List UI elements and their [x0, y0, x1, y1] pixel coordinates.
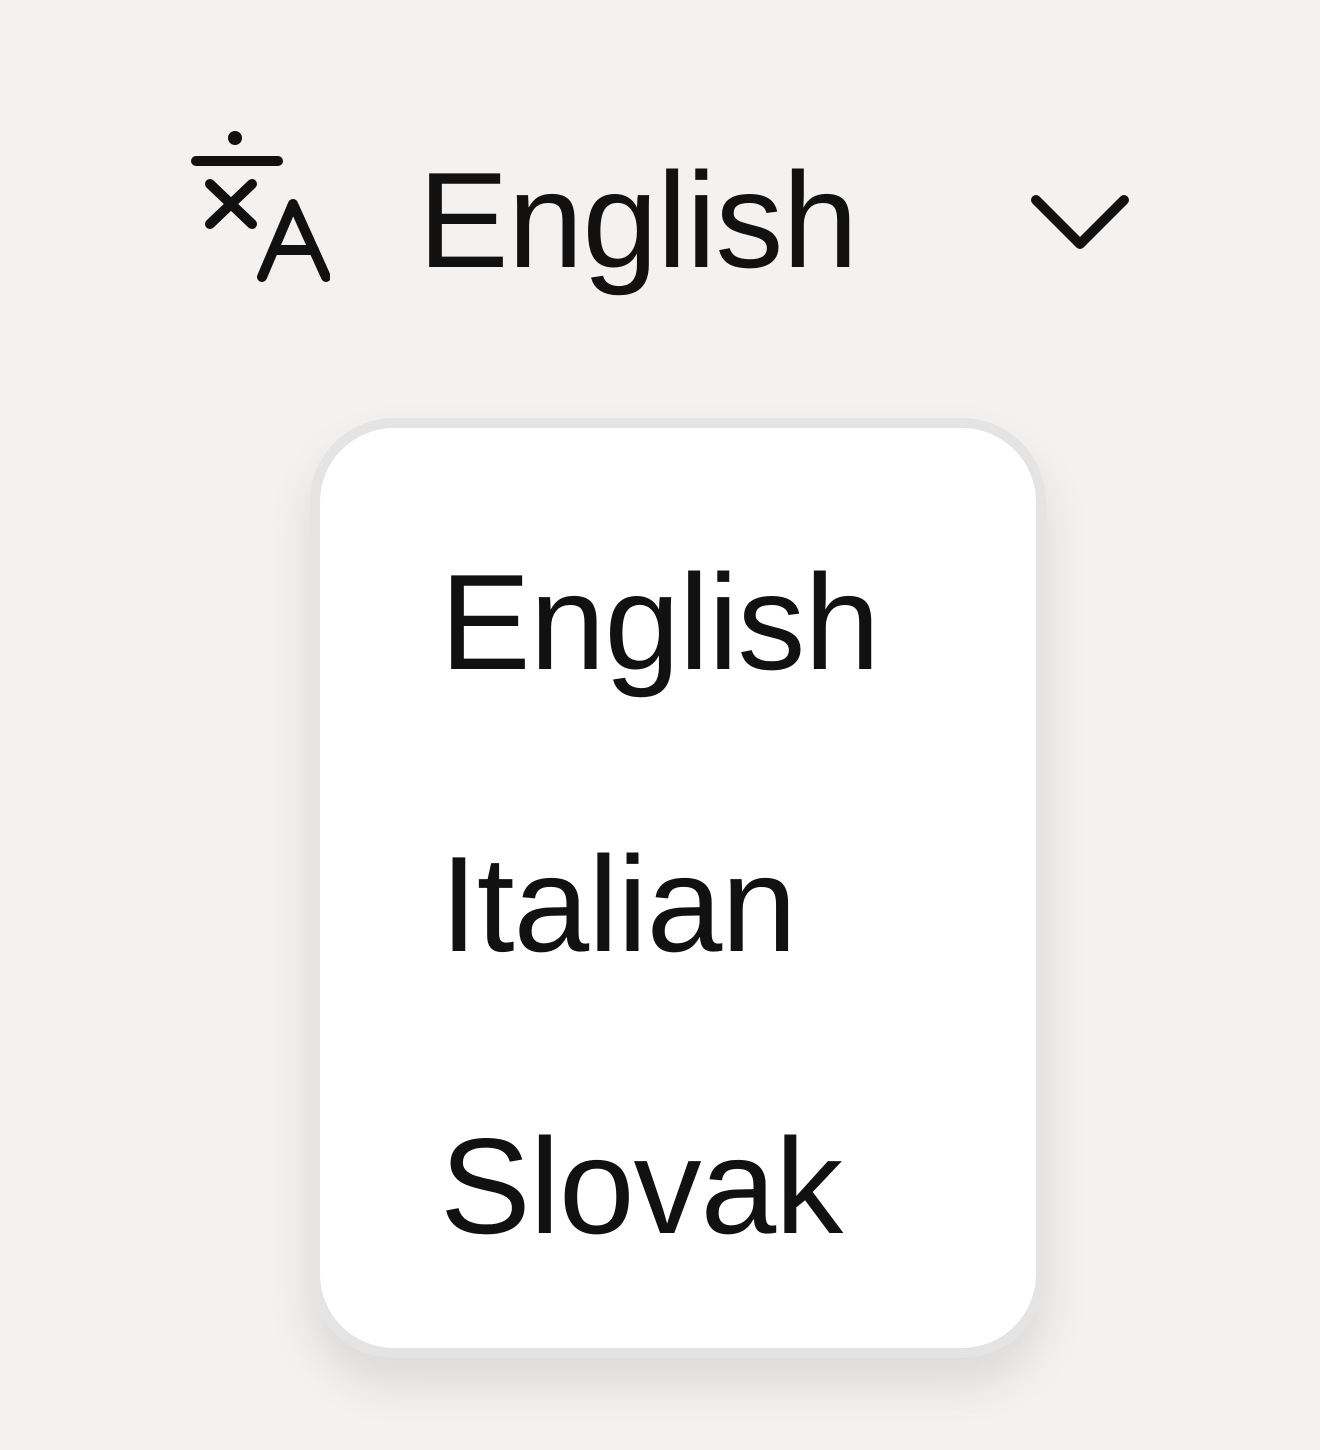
- language-option-slovak[interactable]: Slovak: [320, 1052, 1036, 1332]
- language-option-label: Slovak: [440, 1110, 843, 1262]
- language-option-italian[interactable]: Italian: [320, 770, 1036, 1050]
- translate-icon: [180, 120, 330, 290]
- language-option-english[interactable]: English: [320, 488, 1036, 768]
- chevron-down-icon: [1030, 188, 1130, 252]
- language-option-label: English: [440, 546, 880, 698]
- language-dropdown-menu: English Italian Slovak: [310, 418, 1046, 1358]
- selected-language-label: English: [418, 144, 858, 296]
- language-selector-button[interactable]: English: [170, 110, 1150, 310]
- language-option-label: Italian: [440, 828, 797, 980]
